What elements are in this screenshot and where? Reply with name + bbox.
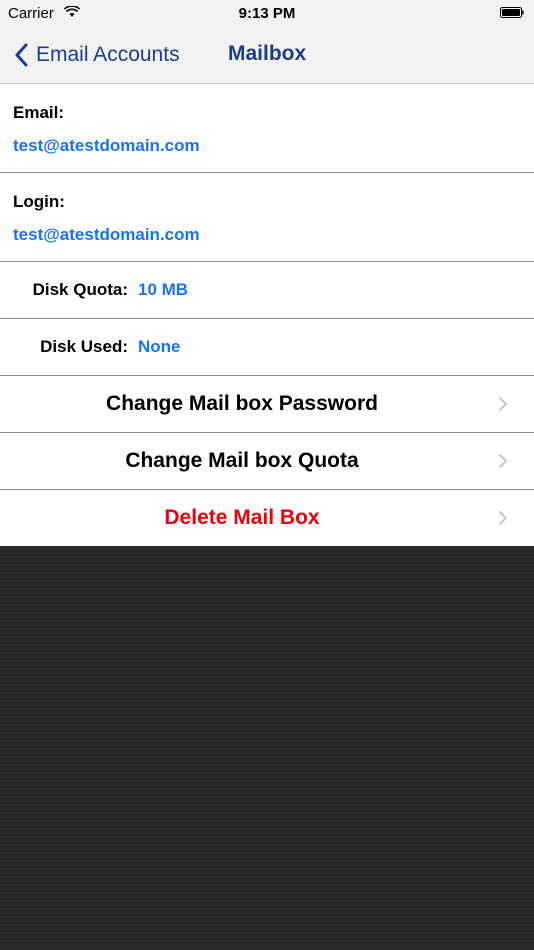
delete-mailbox-button[interactable]: Delete Mail Box: [0, 490, 534, 546]
disk-used-value: None: [138, 337, 181, 356]
battery-icon: [500, 7, 524, 18]
email-label: Email:: [13, 103, 65, 122]
change-quota-label: Change Mail box Quota: [125, 449, 359, 472]
status-bar: Carrier 9:13 PM: [0, 0, 534, 28]
login-label: Login:: [13, 192, 65, 211]
back-button[interactable]: Email Accounts: [14, 40, 180, 70]
disk-quota-value: 10 MB: [138, 280, 189, 299]
disk-quota-row: Disk Quota: 10 MB: [0, 262, 534, 319]
email-value: test@atestdomain.com: [13, 136, 200, 155]
back-button-label: Email Accounts: [36, 43, 180, 66]
disk-quota-label: Disk Quota:: [32, 280, 128, 299]
login-value: test@atestdomain.com: [13, 225, 200, 244]
chevron-right-icon: [499, 454, 507, 468]
page-title: Mailbox: [228, 42, 307, 65]
navigation-bar: Email Accounts Mailbox: [0, 28, 534, 84]
background-pattern: [0, 547, 534, 950]
delete-mailbox-label: Delete Mail Box: [164, 506, 320, 529]
mailbox-details-table: Email: test@atestdomain.com Login: test@…: [0, 84, 534, 546]
disk-used-row: Disk Used: None: [0, 319, 534, 376]
change-quota-button[interactable]: Change Mail box Quota: [0, 433, 534, 490]
change-password-label: Change Mail box Password: [106, 392, 378, 415]
disk-used-label: Disk Used:: [40, 337, 128, 356]
change-password-button[interactable]: Change Mail box Password: [0, 376, 534, 433]
email-row: Email: test@atestdomain.com: [0, 84, 534, 173]
chevron-left-icon: [15, 43, 28, 67]
status-time: 9:13 PM: [238, 5, 296, 22]
chevron-right-icon: [499, 397, 507, 411]
login-row: Login: test@atestdomain.com: [0, 173, 534, 262]
chevron-right-icon: [499, 511, 507, 525]
